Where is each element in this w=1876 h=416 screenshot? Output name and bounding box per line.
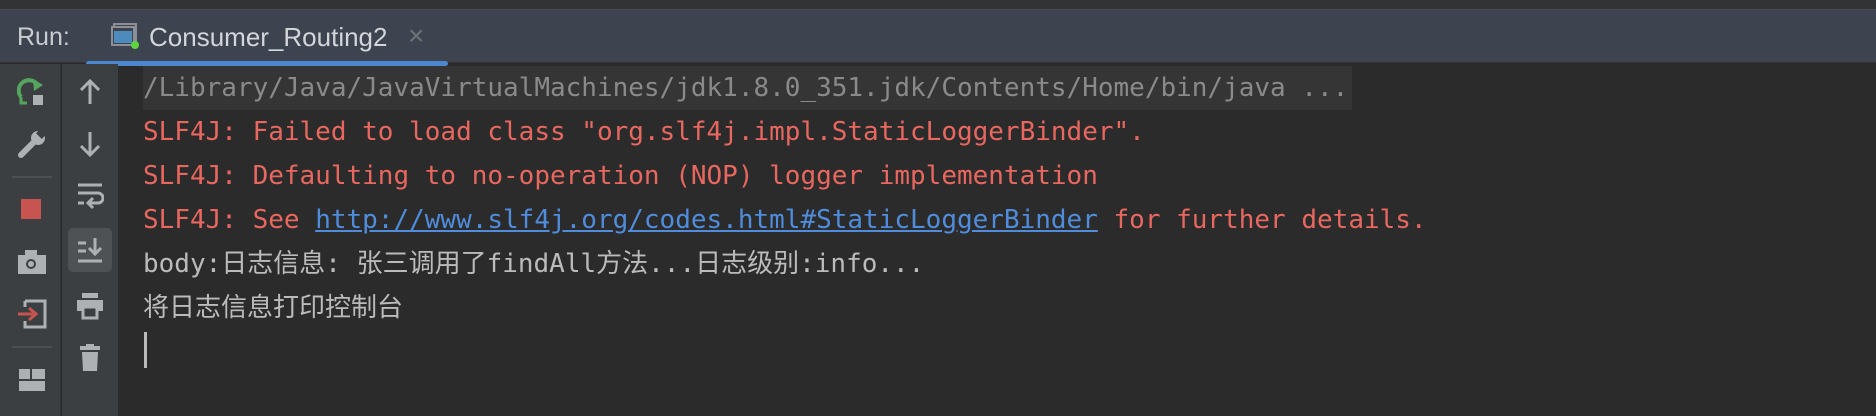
run-label: Run: — [17, 23, 70, 51]
close-icon[interactable]: × — [408, 20, 424, 52]
camera-icon[interactable] — [12, 242, 52, 282]
console-run-icon — [111, 23, 139, 49]
console-error-line: SLF4J: See http://www.slf4j.org/codes.ht… — [143, 198, 1427, 242]
console-output-line: 将日志信息打印控制台 — [143, 293, 404, 323]
arrow-up-icon[interactable] — [70, 72, 110, 112]
scroll-to-end-icon[interactable] — [68, 228, 112, 272]
error-prefix: SLF4J: See — [143, 205, 316, 235]
trash-icon[interactable] — [70, 338, 110, 378]
tab-consumer-routing2[interactable]: Consumer_Routing2 × — [86, 10, 448, 66]
tab-label: Consumer_Routing2 — [149, 22, 388, 52]
print-icon[interactable] — [70, 286, 110, 326]
run-tool-window-header: Run: Consumer_Routing2 × — [0, 10, 1876, 66]
command-line[interactable]: /Library/Java/JavaVirtualMachines/jdk1.8… — [143, 66, 1353, 110]
error-suffix: for further details. — [1097, 205, 1427, 235]
run-actions-toolbar — [0, 64, 61, 416]
slf4j-link[interactable]: http://www.slf4j.org/codes.html#StaticLo… — [315, 205, 1098, 235]
rerun-icon[interactable] — [12, 72, 52, 112]
wrench-icon[interactable] — [12, 124, 52, 164]
console-error-line: SLF4J: Defaulting to no-operation (NOP) … — [143, 161, 1098, 191]
top-strip — [0, 0, 1876, 10]
separator — [12, 346, 52, 348]
stop-icon[interactable] — [12, 190, 52, 230]
arrow-down-icon[interactable] — [70, 124, 110, 164]
restore-layout-icon[interactable] — [12, 294, 52, 334]
console-output-line: body:日志信息: 张三调用了findAll方法...日志级别:info... — [143, 249, 925, 279]
console-error-line: SLF4J: Failed to load class "org.slf4j.i… — [143, 117, 1145, 147]
console-output[interactable]: /Library/Java/JavaVirtualMachines/jdk1.8… — [118, 64, 1876, 416]
soft-wrap-icon[interactable] — [70, 176, 110, 216]
separator — [12, 176, 52, 178]
text-cursor — [144, 332, 147, 368]
layout-icon[interactable] — [12, 360, 52, 400]
console-actions-toolbar — [62, 64, 118, 416]
